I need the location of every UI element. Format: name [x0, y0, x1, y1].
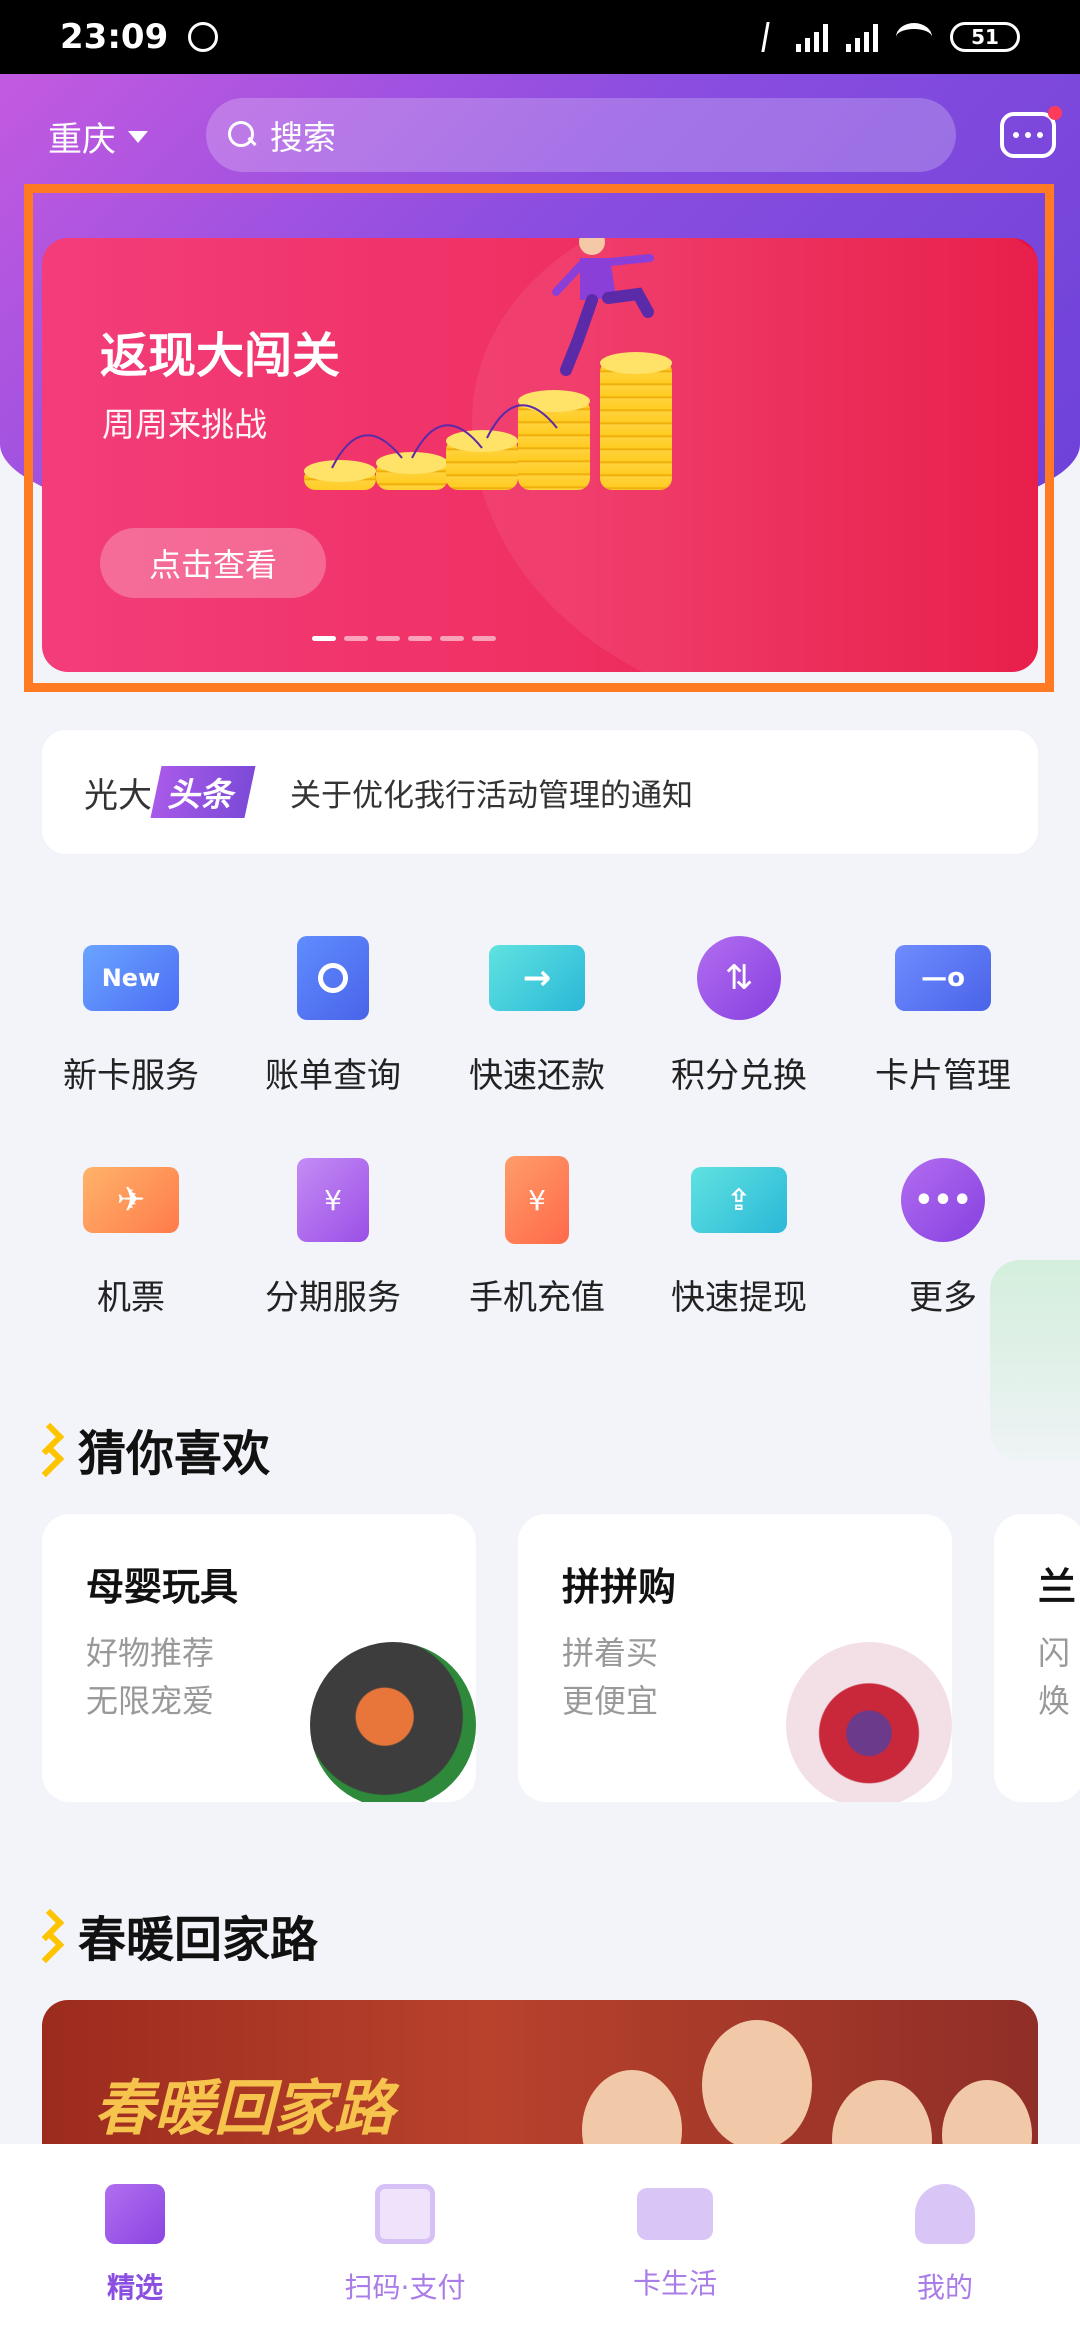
- section-marker-icon: [38, 1910, 58, 1960]
- scan-pay-icon: [375, 2184, 435, 2244]
- service-points-exchange[interactable]: ⇅ 积分兑换: [644, 928, 834, 1097]
- unread-dot: [1048, 106, 1062, 120]
- message-icon: [1013, 132, 1019, 138]
- quick-withdraw-icon: ⇪: [689, 1150, 789, 1250]
- service-bill-search[interactable]: 账单查询: [238, 928, 428, 1097]
- service-label: 新卡服务: [63, 1056, 199, 1096]
- card-line2: 更便宜: [562, 1682, 659, 1720]
- service-label: 机票: [97, 1278, 165, 1318]
- nav-scan-pay[interactable]: 扫码·支付: [270, 2144, 540, 2340]
- alarm-icon: [188, 22, 219, 52]
- gifts-image: [786, 1642, 952, 1802]
- banner-subtitle: 周周来挑战: [102, 405, 267, 444]
- service-label: 分期服务: [265, 1278, 401, 1318]
- section-title-recommend: 猜你喜欢: [38, 1414, 270, 1484]
- caret-down-icon: [128, 130, 148, 143]
- nav-label: 我的: [916, 2271, 973, 2304]
- service-quick-repay[interactable]: → 快速还款: [442, 928, 632, 1097]
- bill-search-icon: [283, 928, 383, 1028]
- bottom-navigation: 精选 扫码·支付 卡生活 我的: [0, 2144, 1080, 2340]
- quick-repay-icon: →: [487, 928, 587, 1028]
- more-icon: •••: [893, 1150, 993, 1250]
- battery-icon: 51: [950, 22, 1020, 52]
- search-icon: [228, 121, 256, 149]
- service-quick-withdraw[interactable]: ⇪ 快速提现: [644, 1150, 834, 1319]
- family-photo: [702, 2020, 812, 2150]
- signal-hd-icon: [846, 22, 878, 52]
- status-bar: 23:09 51: [0, 0, 1080, 74]
- promo-title: 春暖回家路: [94, 2074, 394, 2144]
- signal-icon: [796, 22, 828, 52]
- nav-label: 精选: [106, 2271, 163, 2304]
- service-label: 快速还款: [469, 1056, 605, 1096]
- service-mobile-recharge[interactable]: ¥ 手机充值: [442, 1150, 632, 1319]
- nav-card-life[interactable]: 卡生活: [540, 2144, 810, 2340]
- service-flight-ticket[interactable]: ✈ 机票: [36, 1150, 226, 1319]
- news-ticker[interactable]: 光大 头条 关于优化我行活动管理的通知: [42, 730, 1038, 854]
- news-headline[interactable]: 关于优化我行活动管理的通知: [290, 770, 693, 815]
- nav-featured[interactable]: 精选: [0, 2144, 270, 2340]
- service-label: 手机充值: [469, 1278, 605, 1318]
- profile-icon: [915, 2184, 975, 2244]
- search-placeholder: 搜索: [270, 118, 336, 157]
- news-brand: 光大: [84, 775, 152, 816]
- section-marker-icon: [38, 1424, 58, 1474]
- city-label: 重庆: [48, 120, 116, 160]
- installment-icon: ¥: [283, 1150, 383, 1250]
- card-title: 拼拼购: [562, 1565, 677, 1609]
- service-installment[interactable]: ¥ 分期服务: [238, 1150, 428, 1319]
- wifi-icon: [896, 23, 932, 51]
- banner-title: 返现大闯关: [100, 328, 341, 384]
- runner-illustration: [552, 238, 654, 376]
- message-button[interactable]: [1000, 106, 1062, 158]
- news-tag: 头条: [150, 766, 256, 818]
- card-line1: 拼着买: [562, 1634, 659, 1672]
- service-card-manage[interactable]: —o 卡片管理: [848, 928, 1038, 1097]
- points-exchange-icon: ⇅: [689, 928, 789, 1028]
- service-label: 卡片管理: [875, 1056, 1011, 1096]
- service-new-card[interactable]: New 新卡服务: [36, 928, 226, 1097]
- nav-label: 卡生活: [632, 2267, 717, 2300]
- promo-banner[interactable]: 返现大闯关 周周来挑战 点击查看: [42, 238, 1038, 672]
- section-title-spring: 春暖回家路: [38, 1900, 318, 1970]
- nav-profile[interactable]: 我的: [810, 2144, 1080, 2340]
- card-line1: 闪: [1038, 1634, 1071, 1672]
- recommend-card-partial[interactable]: 兰 闪 焕: [994, 1514, 1080, 1802]
- card-title: 兰: [1038, 1565, 1077, 1609]
- coin-jump-arcs: [331, 404, 558, 469]
- search-input[interactable]: 搜索: [206, 98, 956, 172]
- service-label: 账单查询: [265, 1056, 401, 1096]
- card-life-icon: [637, 2188, 713, 2240]
- card-line1: 好物推荐: [86, 1634, 215, 1672]
- floating-promo-widget[interactable]: [990, 1260, 1080, 1460]
- recommend-card-baby-toys[interactable]: 母婴玩具 好物推荐 无限宠爱: [42, 1514, 476, 1802]
- card-title: 母婴玩具: [86, 1565, 239, 1609]
- service-label: 积分兑换: [671, 1056, 807, 1096]
- banner-cta-button[interactable]: 点击查看: [100, 528, 326, 598]
- status-time: 23:09: [60, 17, 169, 57]
- service-label: 快速提现: [671, 1278, 807, 1318]
- new-card-icon: New: [81, 928, 181, 1028]
- nav-label: 扫码·支付: [344, 2271, 466, 2304]
- recommend-card-group-buy[interactable]: 拼拼购 拼着买 更便宜: [518, 1514, 952, 1802]
- card-line2: 无限宠爱: [86, 1682, 215, 1720]
- featured-icon: [105, 2184, 165, 2244]
- mobile-recharge-icon: ¥: [487, 1150, 587, 1250]
- city-selector[interactable]: 重庆: [48, 112, 148, 161]
- card-line2: 焕: [1038, 1682, 1071, 1720]
- card-manage-icon: —o: [893, 928, 993, 1028]
- toys-image: [310, 1642, 476, 1802]
- banner-pagination: [312, 636, 496, 641]
- flight-ticket-icon: ✈: [81, 1150, 181, 1250]
- bluetooth-icon: [761, 22, 781, 52]
